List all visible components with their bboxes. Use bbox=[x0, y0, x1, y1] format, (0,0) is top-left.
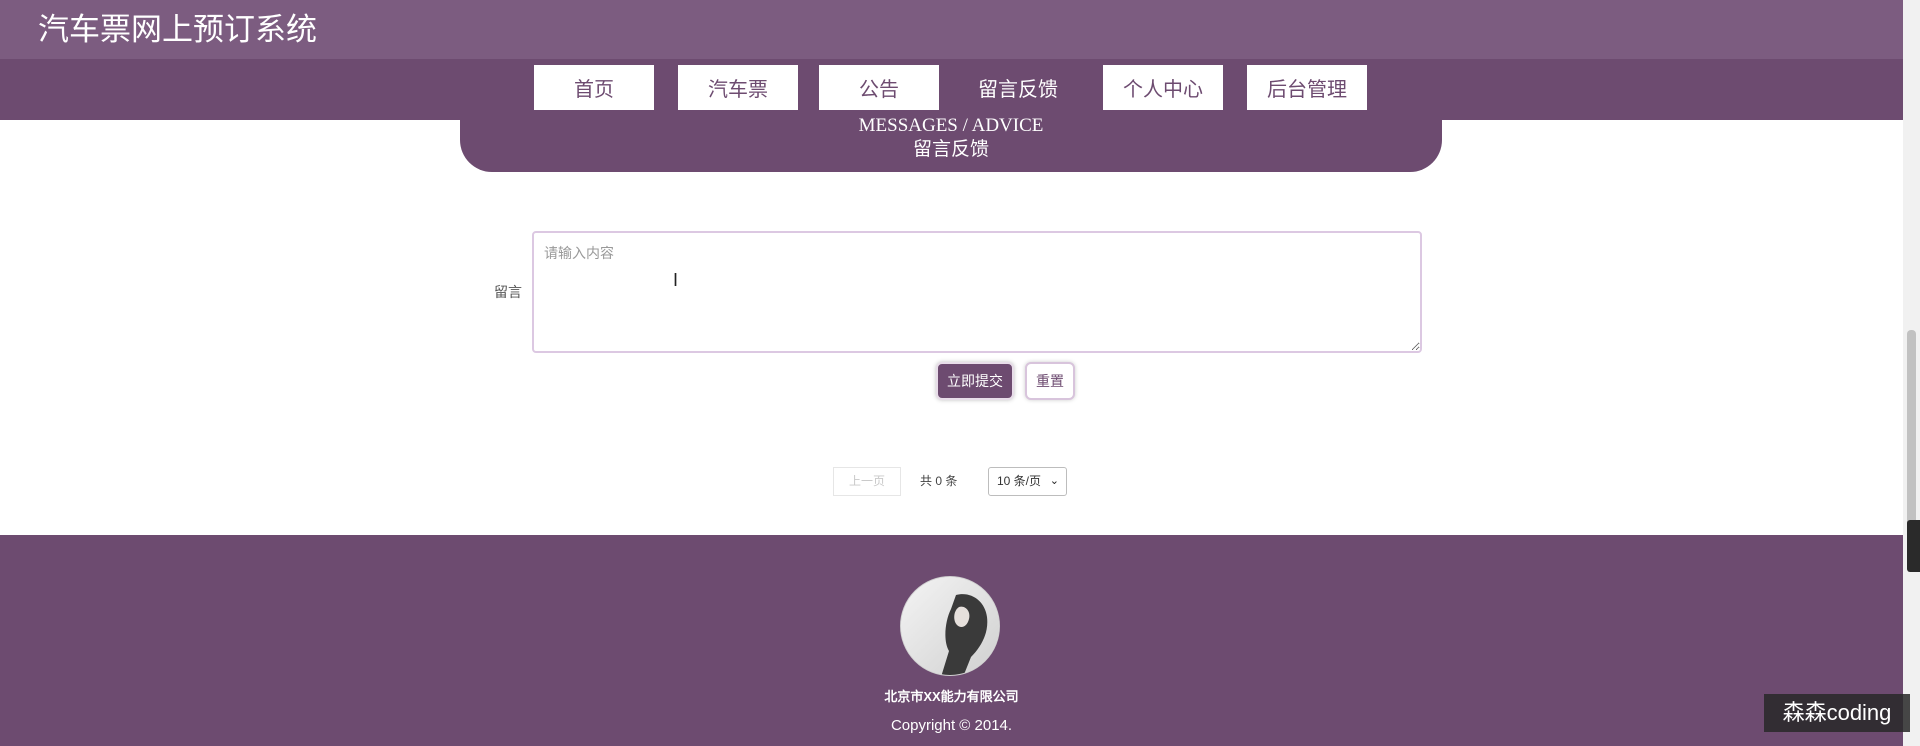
side-toolbar-tab[interactable] bbox=[1907, 520, 1920, 572]
section-header: MESSAGES / ADVICE 留言反馈 bbox=[460, 110, 1442, 172]
watermark-label: 森森coding bbox=[1764, 694, 1910, 732]
nav-item-bus-tickets[interactable]: 汽车票 bbox=[678, 65, 798, 115]
page-size-select[interactable]: 10 条/页 ⌄ bbox=[988, 467, 1067, 496]
site-title: 汽车票网上预订系统 bbox=[38, 12, 317, 47]
section-title-cn: 留言反馈 bbox=[912, 139, 989, 160]
company-name: 北京市XX能力有限公司 bbox=[884, 689, 1019, 704]
nav-item-announcements[interactable]: 公告 bbox=[819, 65, 939, 115]
submit-button[interactable]: 立即提交 bbox=[936, 362, 1014, 400]
chevron-down-icon: ⌄ bbox=[1049, 475, 1059, 487]
nav-item-admin[interactable]: 后台管理 bbox=[1247, 65, 1367, 115]
message-textarea[interactable] bbox=[532, 231, 1422, 353]
total-count: 共 0 条 bbox=[920, 474, 958, 488]
message-label: 留言 bbox=[494, 284, 522, 300]
copyright-text: Copyright © 2014. bbox=[890, 717, 1013, 734]
nav-item-messages[interactable]: 留言反馈 bbox=[958, 65, 1078, 115]
top-header-bar: 汽车票网上预订系统 bbox=[0, 0, 1903, 59]
avatar-image bbox=[900, 576, 1000, 676]
nav-item-home[interactable]: 首页 bbox=[534, 65, 654, 115]
nav-item-profile[interactable]: 个人中心 bbox=[1103, 65, 1223, 115]
scrollbar-thumb[interactable] bbox=[1907, 330, 1916, 530]
reset-button[interactable]: 重置 bbox=[1025, 362, 1075, 400]
section-title-en: MESSAGES / ADVICE bbox=[858, 115, 1044, 136]
text-cursor-icon: I bbox=[673, 270, 679, 290]
page-scrollbar[interactable] bbox=[1903, 0, 1920, 746]
prev-page-button[interactable]: 上一页 bbox=[833, 467, 901, 496]
page-size-value: 10 条/页 bbox=[997, 474, 1042, 488]
